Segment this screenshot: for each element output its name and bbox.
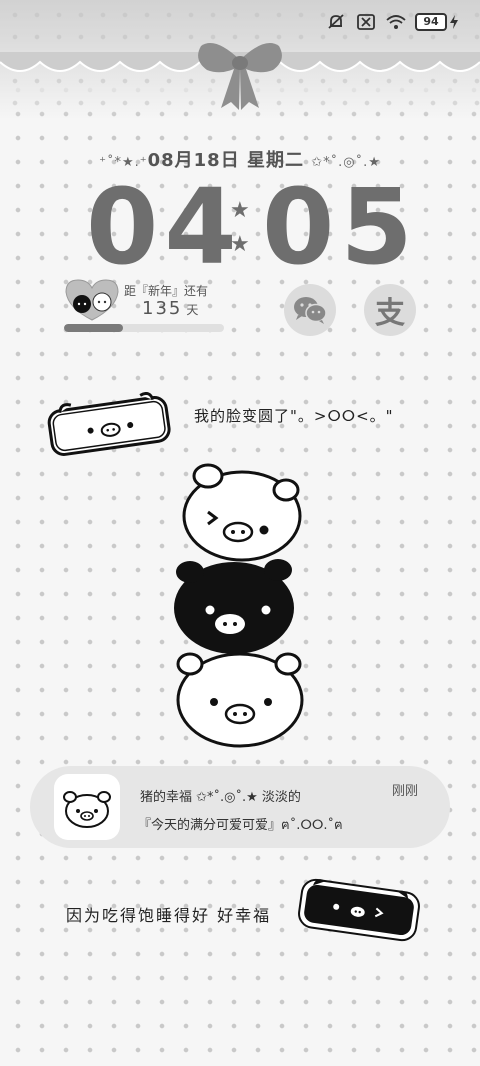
- clock-hours: 04: [86, 166, 243, 288]
- pig-icon: [63, 791, 111, 828]
- wifi-icon: [385, 11, 407, 33]
- notification-time: 刚刚: [391, 784, 418, 799]
- battery-level: 94: [415, 13, 447, 31]
- stacked-pigs-illustration: [174, 463, 304, 748]
- countdown-progress-fill: [64, 324, 124, 332]
- countdown-progress-bar: [64, 324, 224, 332]
- alipay-shortcut-button[interactable]: 支: [364, 284, 416, 336]
- caption-top: 我的脸变圆了"。>ⵔⵔ<。": [194, 407, 394, 425]
- pig-face-sticker: [47, 392, 171, 456]
- notification-body: 『今天的满分可爱可爱』ฅ˚.ⵔⵔ.˚ฅ: [138, 818, 343, 833]
- notification-card[interactable]: 猪的幸福 ✩*˚.◎˚.★ 淡淡的 『今天的满分可爱可爱』ฅ˚.ⵔⵔ.˚ฅ 刚刚: [30, 766, 450, 848]
- battery-indicator: 94: [415, 13, 458, 31]
- status-bar: 94: [325, 10, 458, 34]
- wechat-shortcut-button[interactable]: [284, 284, 336, 336]
- wechat-icon: [294, 297, 327, 324]
- heart-pig-avatar: [65, 279, 119, 321]
- charging-icon: [450, 15, 458, 29]
- countdown-label: 距『新年』还有: [124, 284, 209, 298]
- new-year-countdown-widget[interactable]: 距『新年』还有 135 天: [64, 276, 229, 336]
- clock-minutes: 05: [262, 166, 419, 288]
- countdown-days: 135 天: [142, 298, 199, 319]
- clock: 04 ★ ★ 05: [0, 172, 480, 282]
- notification-app-icon: [54, 774, 120, 840]
- notification-title: 猪的幸福 ✩*˚.◎˚.★ 淡淡的: [140, 790, 301, 805]
- no-sim-icon: [355, 11, 377, 33]
- star-icon: ★: [230, 232, 250, 257]
- black-pig-face-sticker: [298, 878, 420, 942]
- bow-icon: [198, 43, 282, 110]
- star-icon: ★: [230, 198, 250, 223]
- caption-bottom: 因为吃得饱睡得好 好幸福: [66, 906, 272, 925]
- alipay-icon: 支: [375, 296, 405, 331]
- mute-icon: [325, 11, 347, 33]
